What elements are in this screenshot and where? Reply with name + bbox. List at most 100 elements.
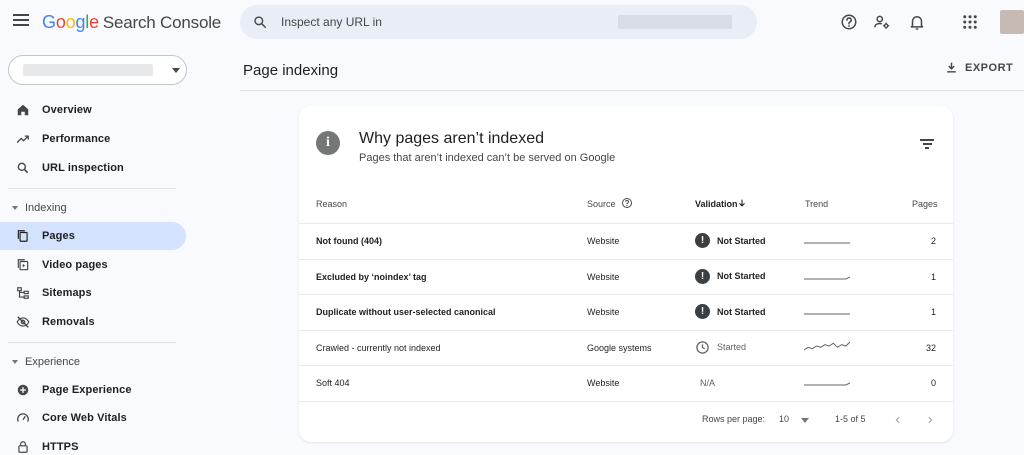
source-cell: Website [587, 271, 620, 282]
collapse-arrow-icon [12, 206, 18, 210]
visibility-off-icon [16, 316, 30, 328]
sidebar-item-label: HTTPS [42, 441, 79, 453]
sidebar-item-label: Removals [42, 316, 95, 328]
trend-sparkline [804, 341, 850, 350]
search-icon [17, 162, 29, 174]
property-selector[interactable] [8, 55, 187, 85]
sidebar-item-label: Page Experience [42, 384, 132, 396]
sidebar-item-pages[interactable]: Pages [0, 222, 186, 250]
error-icon: ! [695, 268, 710, 284]
redacted-property [23, 64, 153, 76]
chevron-right-icon[interactable] [925, 415, 935, 425]
sidebar-item-https[interactable]: HTTPS [0, 433, 186, 455]
source-cell: Website [587, 236, 620, 246]
sidebar-item-sitemaps[interactable]: Sitemaps [0, 279, 186, 307]
filter-icon[interactable] [920, 139, 934, 151]
search-console-logo[interactable]: Google Search Console [42, 12, 221, 33]
column-header-reason[interactable]: Reason [316, 199, 347, 209]
pages-count-cell: 1 [930, 307, 936, 317]
reason-cell: Excluded by ‘noindex’ tag [316, 271, 427, 282]
table-row[interactable]: Soft 404 Website N/A 0 [299, 365, 953, 401]
column-header-trend[interactable]: Trend [805, 199, 828, 209]
validation-cell: Started [695, 340, 746, 355]
validation-cell: ! Not Started [695, 268, 766, 284]
column-header-validation[interactable]: Validation [695, 199, 738, 209]
export-label: EXPORT [965, 61, 1014, 74]
source-cell: Google systems [587, 342, 652, 353]
reason-cell: Crawled - currently not indexed [316, 342, 441, 353]
validation-status: Started [717, 342, 747, 352]
rows-per-page-select[interactable]: 10 [779, 414, 789, 424]
export-button[interactable]: EXPORT [945, 61, 1013, 74]
search-icon [254, 16, 267, 29]
pages-count-cell: 0 [930, 378, 936, 388]
card-subtitle: Pages that aren’t indexed can’t be serve… [359, 152, 616, 164]
card-title: Why pages aren’t indexed [359, 130, 544, 147]
sidebar-item-overview[interactable]: Overview [0, 96, 186, 124]
trend-line [804, 382, 850, 386]
sidebar-item-performance[interactable]: Performance [0, 125, 186, 153]
product-name: Search Console [102, 13, 222, 32]
sidebar-item-url-inspection[interactable]: URL inspection [0, 154, 186, 182]
validation-status: Not Started [717, 271, 766, 281]
trending-up-icon [16, 135, 29, 143]
apps-grid-icon[interactable] [961, 13, 979, 31]
validation-cell: ! Not Started [695, 304, 766, 319]
chevron-left-icon[interactable] [893, 415, 903, 425]
table-row[interactable]: Duplicate without user-selected canonica… [299, 294, 953, 330]
validation-cell: ! Not Started [695, 233, 766, 248]
dropdown-caret-icon [172, 68, 180, 73]
rows-per-page-label: Rows per page: [702, 414, 766, 424]
dropdown-caret-icon[interactable] [801, 418, 809, 423]
reason-cell: Duplicate without user-selected canonica… [316, 307, 496, 317]
reason-cell: Not found (404) [316, 236, 382, 246]
sidebar-item-removals[interactable]: Removals [0, 308, 186, 336]
download-icon [947, 62, 956, 73]
error-icon: ! [695, 304, 710, 319]
info-icon: i [316, 131, 340, 155]
sidebar-item-label: Pages [42, 230, 75, 242]
pages-count-cell: 2 [930, 236, 936, 246]
video-pages-icon [17, 259, 29, 271]
header-divider [240, 90, 1024, 91]
trend-line [804, 341, 850, 350]
why-pages-not-indexed-card: i Why pages aren’t indexed Pages that ar… [299, 106, 953, 442]
sidebar-item-label: Performance [42, 133, 111, 145]
validation-status: Not Started [717, 235, 766, 246]
sidebar-item-video-pages[interactable]: Video pages [0, 251, 186, 279]
help-icon[interactable] [840, 13, 858, 31]
sidebar-item-label: Video pages [42, 259, 108, 271]
url-inspection-search[interactable]: Inspect any URL in [240, 5, 757, 39]
source-cell: Website [587, 378, 620, 388]
sidebar-item-core-web-vitals[interactable]: Core Web Vitals [0, 404, 186, 432]
search-input[interactable]: Inspect any URL in [281, 15, 382, 29]
table-row[interactable]: Not found (404) Website ! Not Started 2 [299, 223, 953, 259]
pages-count-cell: 1 [930, 271, 936, 282]
menu-icon[interactable] [13, 14, 29, 26]
table-row[interactable]: Crawled - currently not indexed Google sy… [299, 329, 953, 366]
trend-sparkline [804, 276, 850, 279]
manage-accounts-icon[interactable] [873, 13, 891, 31]
google-wordmark: Google [42, 12, 99, 32]
trend-sparkline [804, 382, 850, 386]
trend-sparkline [804, 313, 850, 315]
column-header-source[interactable]: Source [587, 199, 616, 209]
sidebar-item-page-experience[interactable]: Page Experience [0, 376, 186, 404]
help-icon[interactable] [621, 197, 633, 209]
column-header-pages[interactable]: Pages [912, 199, 938, 209]
validation-cell: N/A [700, 378, 716, 388]
page-experience-icon [17, 384, 29, 396]
sidebar-item-label: Core Web Vitals [42, 412, 127, 424]
sort-descending-icon[interactable] [737, 198, 747, 208]
notifications-icon[interactable] [908, 13, 926, 31]
pagination-range: 1-5 of 5 [835, 414, 866, 424]
home-icon [17, 104, 29, 116]
trend-line [804, 276, 850, 279]
top-app-bar: Google Search Console Inspect any URL in [0, 0, 1024, 46]
avatar[interactable] [1000, 10, 1024, 34]
section-label: Indexing [25, 202, 67, 214]
table-row[interactable]: Excluded by ‘noindex’ tag Website! Not Sta… [299, 258, 953, 295]
trend-sparkline [804, 242, 850, 244]
sidebar-item-label: URL inspection [42, 162, 124, 174]
speedometer-icon [17, 413, 29, 422]
